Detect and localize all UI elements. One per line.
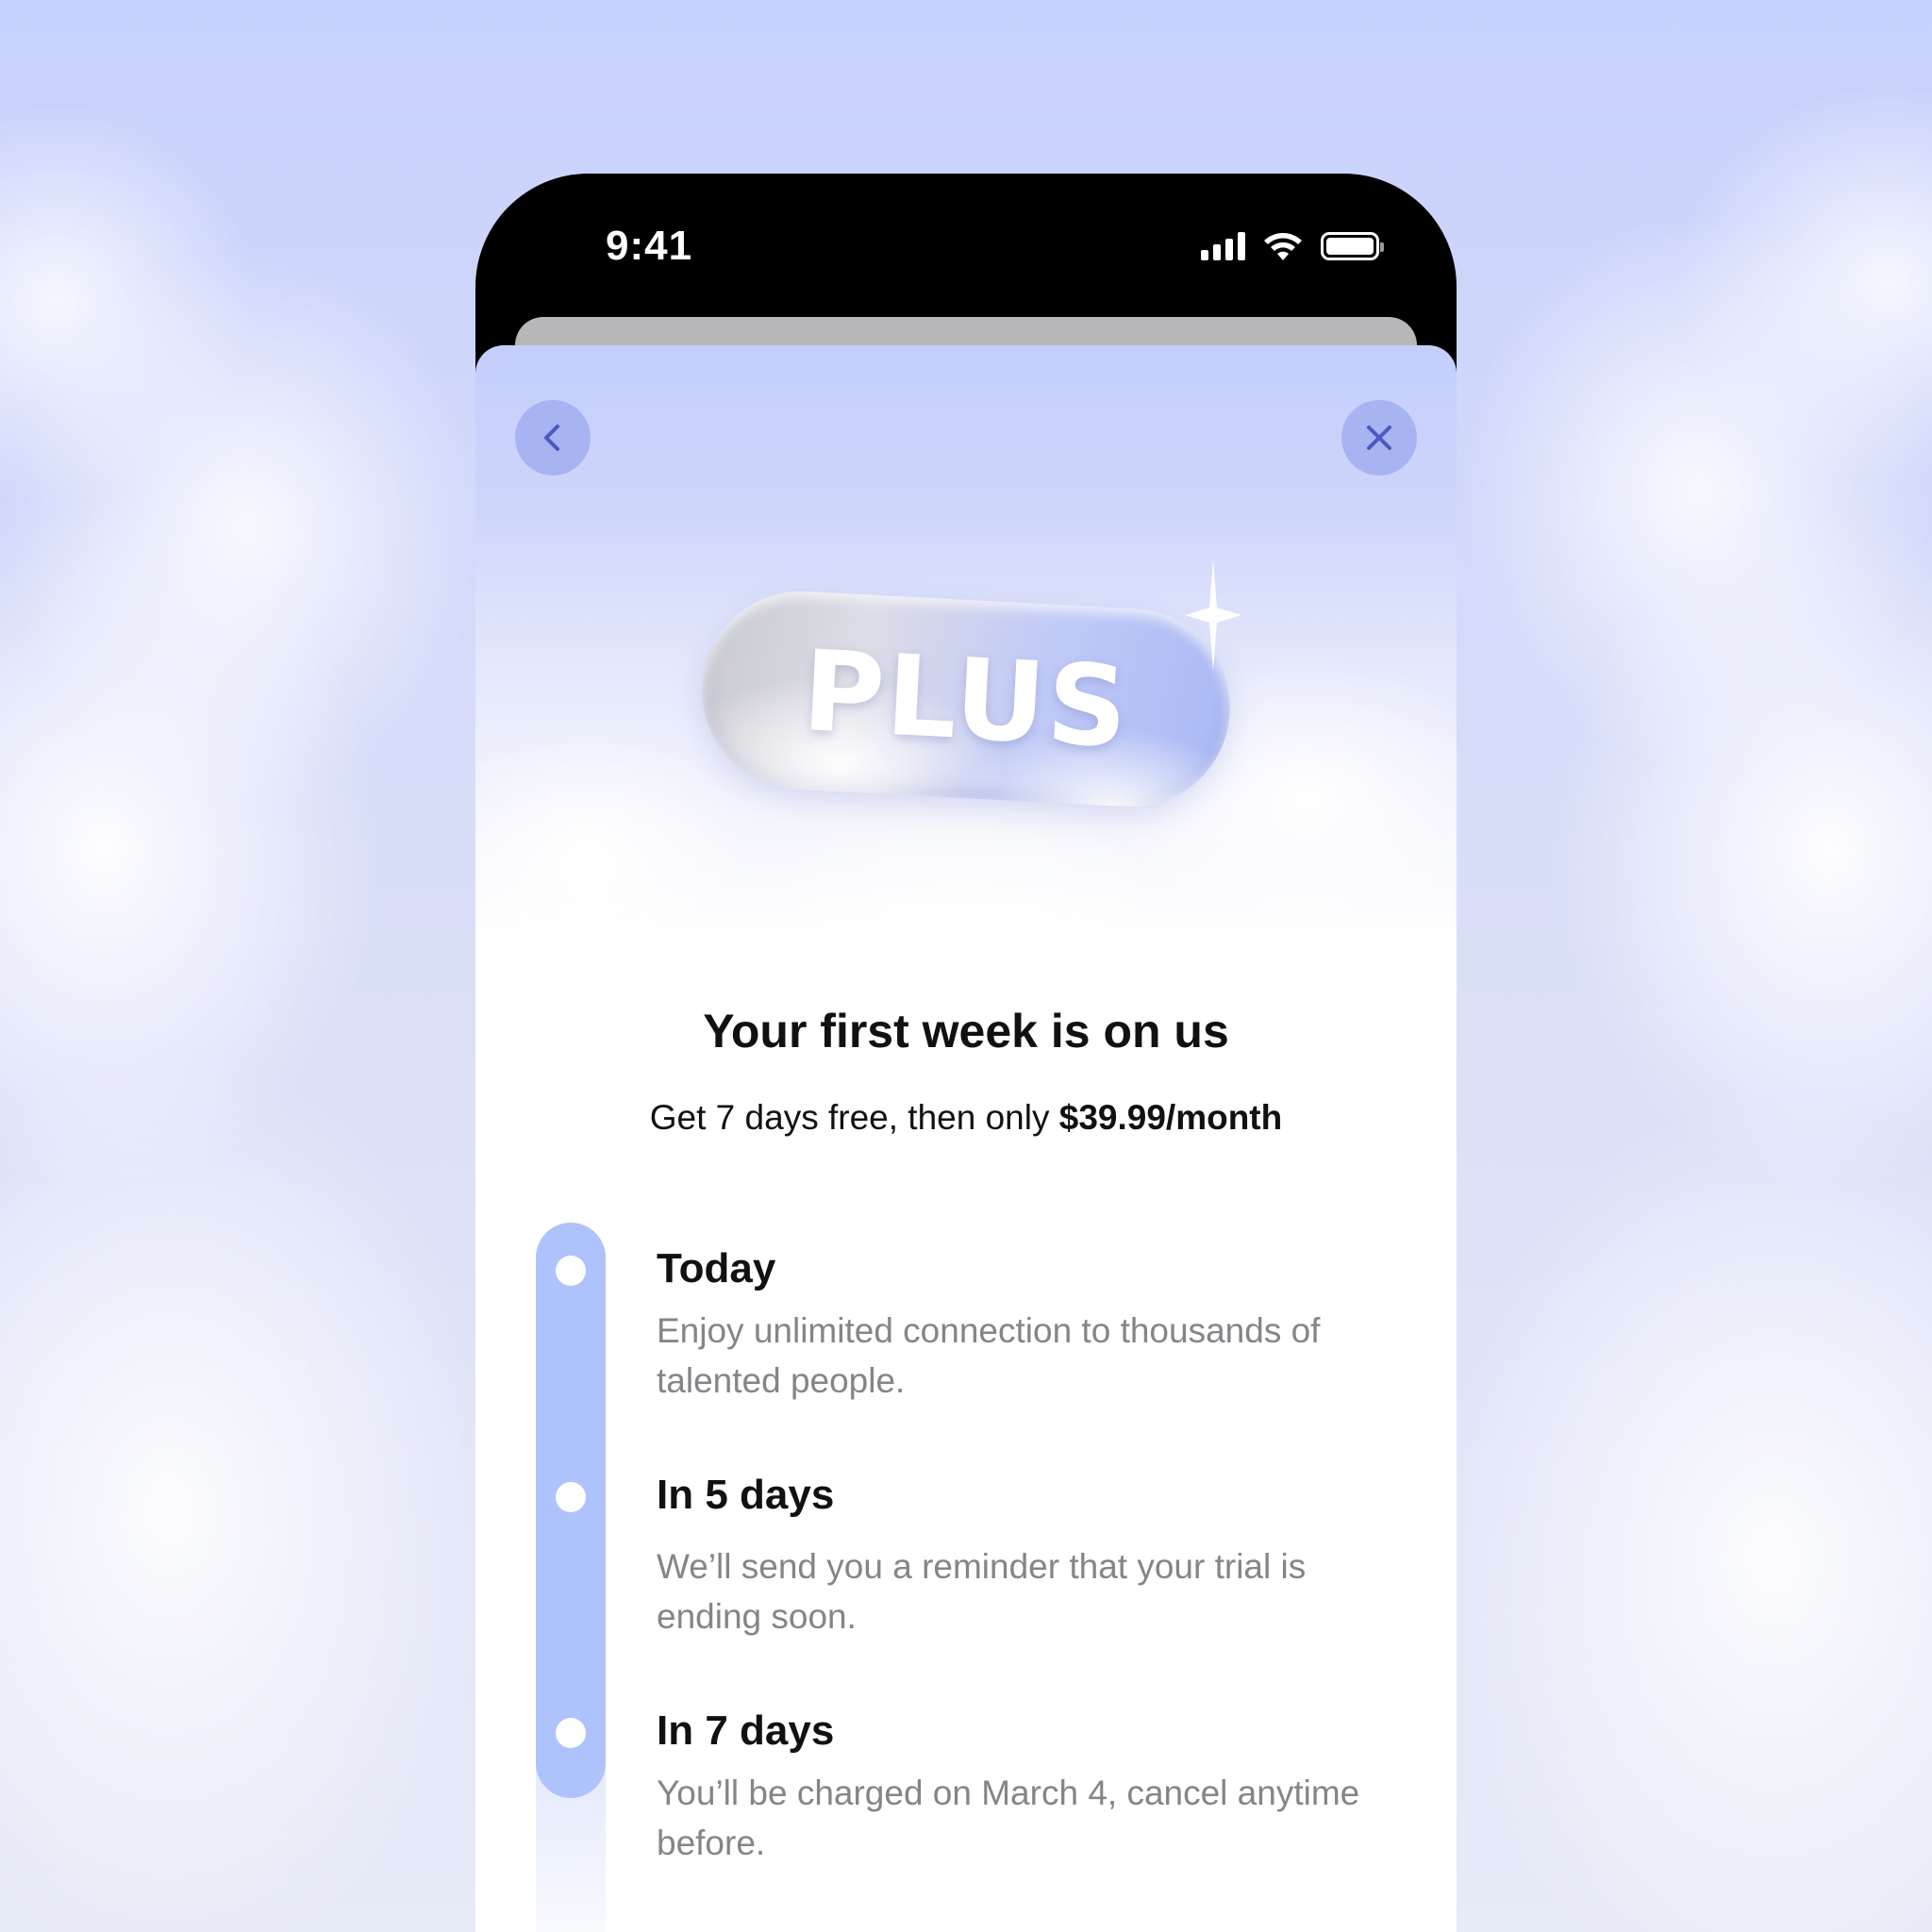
signal-icon xyxy=(1201,232,1245,260)
status-bar: 9:41 xyxy=(475,174,1457,315)
battery-icon xyxy=(1321,232,1384,260)
offer-subtitle-text: Get 7 days free, then only xyxy=(649,1098,1059,1137)
wifi-icon xyxy=(1264,233,1302,260)
timeline-dot xyxy=(556,1256,586,1286)
subscription-sheet: PLUS Your first week is on us Get 7 days… xyxy=(475,345,1457,1932)
sheet-content: Your first week is on us Get 7 days free… xyxy=(475,345,1457,1932)
status-time: 9:41 xyxy=(606,223,693,269)
phone-frame: 9:41 PLUS Your first week is on us Get 7… xyxy=(475,174,1457,1932)
timeline-dot xyxy=(556,1482,586,1512)
timeline-step-description: Enjoy unlimited connection to thousands … xyxy=(657,1311,1321,1400)
timeline-step-description: We’ll send you a reminder that your tria… xyxy=(657,1547,1307,1636)
offer-title: Your first week is on us xyxy=(703,1005,1229,1058)
timeline-dot xyxy=(556,1718,586,1748)
timeline-step-description: You’ll be charged on March 4, cancel any… xyxy=(657,1774,1360,1862)
status-icons xyxy=(1201,230,1384,262)
offer-subtitle: Get 7 days free, then only $39.99/month xyxy=(475,1098,1457,1138)
timeline-step-title: Today xyxy=(657,1245,776,1291)
sparkle-icon xyxy=(1185,558,1241,672)
timeline-step-title: In 7 days xyxy=(657,1707,835,1754)
offer-price: $39.99/month xyxy=(1058,1098,1283,1137)
timeline-step-title: In 5 days xyxy=(657,1472,835,1518)
